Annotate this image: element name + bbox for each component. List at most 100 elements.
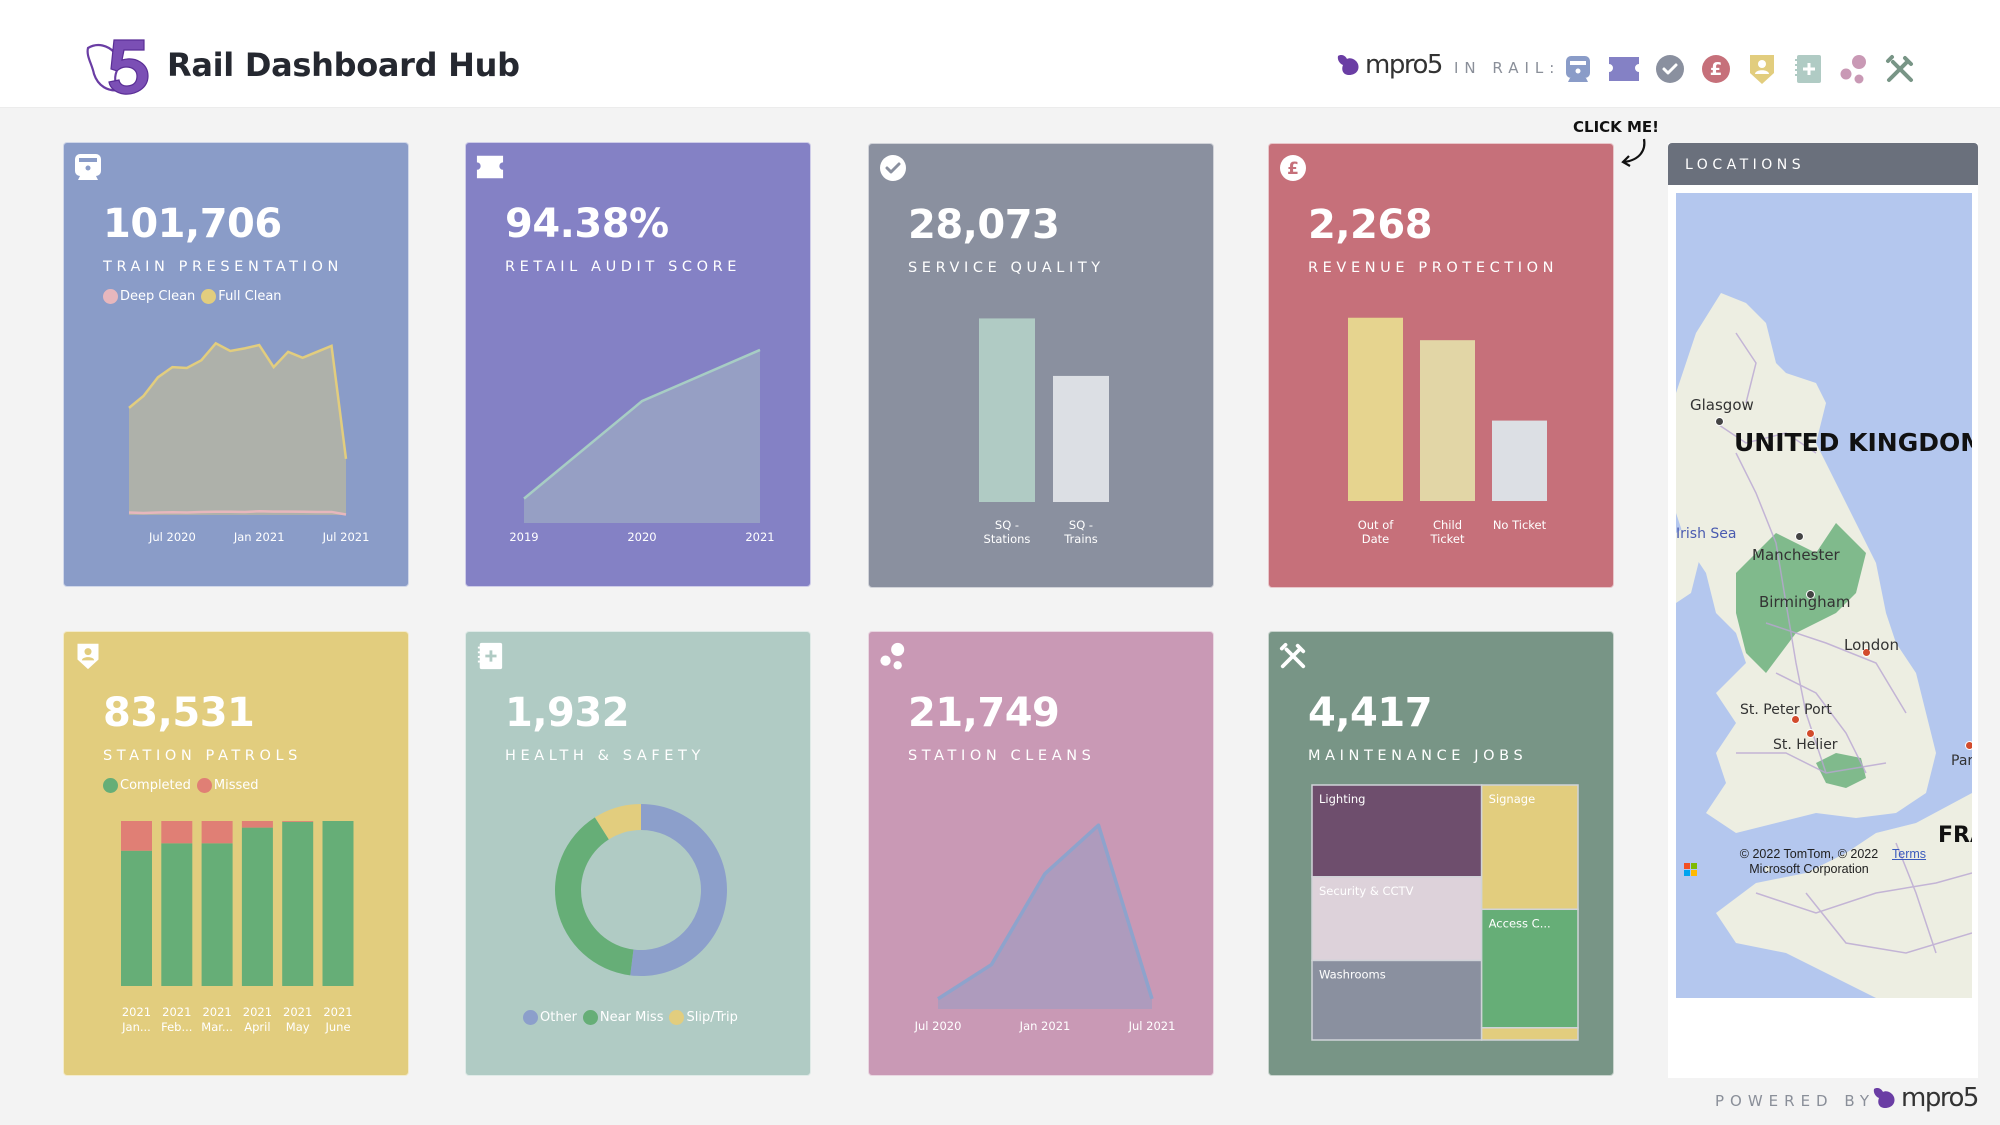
missed-bar [282,821,314,822]
legend-label: Slip/Trip [686,1010,738,1025]
missed-bar [161,821,193,844]
locations-header: LOCATIONS [1668,143,1978,185]
x-tick-label: Jan 2021 [233,530,285,544]
bar [1492,420,1547,501]
missed-bar [241,821,273,828]
map-marker[interactable] [1715,417,1724,426]
map-label-france: FRA [1938,823,1972,848]
map-label-manchester: Manchester [1752,546,1840,564]
locations-panel: LOCATIONS Glasgow UNITED KINGDOM Irish S… [1668,143,1978,1078]
footer-brand-logo: mpro5 [1872,1083,1979,1113]
treemap-label: Security & CCTV [1319,884,1414,898]
treemap-label: Lighting [1319,792,1365,806]
x-tick-label: No Ticket [1493,518,1547,532]
legend-label: Near Miss [599,1010,664,1025]
legend-item[interactable]: Near Miss [582,1010,664,1025]
cleans-area [938,825,1152,1009]
health-safety-card[interactable]: 1,932 HEALTH & SAFETY Other Near Miss Sl… [465,631,811,1076]
x-tick-label: 2021 Feb... [161,1005,192,1034]
missed-bar [201,821,233,844]
revenue-protection-card[interactable]: £ 2,268 REVENUE PROTECTION Out of Date Chi… [1268,143,1614,588]
map-label-birmingham: Birmingham [1759,593,1851,611]
completed-bar [241,827,273,986]
revenue-protection-chart[interactable]: Out of Date Child Ticket No Ticket [1269,144,1615,589]
completed-bar [282,821,314,986]
in-rail-label: IN RAIL: [1454,59,1561,77]
map-marker[interactable] [1791,715,1800,724]
map-marker[interactable] [1965,741,1972,750]
completed-bar [322,821,354,986]
click-me-hint: CLICK ME! [1573,118,1660,136]
brand-logo: mpro5 [1336,50,1443,80]
station-cleans-chart[interactable]: Jul 2020 Jan 2021 Jul 2021 [869,632,1215,1077]
legend-item[interactable]: Slip/Trip [669,1010,738,1025]
map-label-glasgow: Glasgow [1690,396,1754,414]
x-tick-label: Jul 2021 [322,530,370,544]
station-patrols-card[interactable]: 83,531 STATION PATROLS Completed Missed … [63,631,409,1076]
train-icon[interactable] [1555,52,1601,86]
map-label-st-peter-port: St. Peter Port [1740,702,1832,718]
service-quality-chart[interactable]: SQ -Stations SQ -Trains [869,144,1215,589]
station-cleans-card[interactable]: 21,749 STATION CLEANS Jul 2020 Jan 2021 Ju… [868,631,1214,1076]
retail-audit-chart[interactable]: 2019 2020 2021 [466,143,812,588]
retail-audit-card[interactable]: 94.38% RETAIL AUDIT SCORE 2019 2020 2021 [465,142,811,587]
treemap-label: Signage [1489,792,1536,806]
locations-title: LOCATIONS [1685,157,1806,173]
maintenance-jobs-card[interactable]: 4,417 MAINTENANCE JOBS Lighting Security … [1268,631,1614,1076]
train-presentation-card[interactable]: 101,706 TRAIN PRESENTATION Deep Clean Fu… [63,142,409,587]
service-quality-card[interactable]: 28,073 SERVICE QUALITY SQ -Stations SQ -T… [868,143,1214,588]
notebook-plus-icon[interactable] [1785,52,1831,86]
station-patrols-chart[interactable]: 2021 Jan... 2021 Feb... 2021 Mar... 2021 April 2… [64,632,410,1077]
x-tick-label: 2021 May [283,1005,312,1034]
tools-icon[interactable] [1877,52,1923,86]
bar [1053,375,1109,502]
bubbles-icon[interactable] [1831,52,1877,86]
svg-text:£: £ [1710,59,1723,80]
curved-arrow-icon [1621,138,1646,167]
map-label-country: UNITED KINGDOM [1734,428,1972,457]
missed-bar [121,821,152,851]
shield-user-icon[interactable] [1739,52,1785,86]
map-label-st-helier: St. Helier [1773,737,1838,753]
map-terms-link[interactable]: Terms [1892,847,1926,861]
microsoft-logo-icon [1684,863,1698,877]
treemap-label: Washrooms [1319,967,1386,981]
legend-item[interactable]: Other [523,1010,577,1025]
full-clean-area [129,343,346,515]
x-tick-label: 2019 [509,530,538,544]
x-tick-label: Jul 2020 [914,1019,962,1033]
map-label-irish-sea: Irish Sea [1676,526,1737,542]
donut-slice [555,817,634,976]
chart-legend: Other Near Miss Slip/Trip [523,1010,738,1025]
mpro5-mark-icon [1873,1088,1895,1108]
bar [1420,340,1475,501]
x-tick-label: 2021 Jan... [121,1005,151,1034]
x-tick-label: 2020 [627,530,656,544]
x-tick-label: 2021 April [243,1005,272,1034]
x-tick-label: Jan 2021 [1019,1019,1071,1033]
mpro5-logo-icon [86,39,149,95]
mpro5-mark-icon [1337,55,1359,75]
completed-bar [201,843,233,986]
completed-bar [121,850,152,986]
x-tick-label: 2021 Mar... [201,1005,233,1034]
app-title: Rail Dashboard Hub [167,46,520,84]
x-tick-label: Child Ticket [1429,518,1465,546]
locations-map[interactable]: Glasgow UNITED KINGDOM Irish Sea Manches… [1676,193,1972,998]
ticket-icon[interactable] [1601,52,1647,86]
map-marker[interactable] [1795,532,1804,541]
pound-icon[interactable]: £ [1693,52,1739,86]
maintenance-jobs-treemap[interactable]: Lighting Security & CCTV Washrooms Signage A… [1269,632,1615,1077]
map-attribution: © 2022 TomTom, © 2022 Microsoft Corporat… [1739,847,1879,876]
map-label-paris: Par [1951,753,1972,769]
powered-by-label: POWERED BY [1715,1092,1876,1110]
x-tick-label: SQ -Stations [984,518,1031,546]
brand-name: mpro5 [1901,1083,1979,1113]
treemap-label: Access C... [1489,916,1551,930]
x-tick-label: SQ -Trains [1063,518,1098,546]
x-tick-label: Jul 2020 [148,530,196,544]
x-tick-label: Out of Date [1358,518,1395,546]
check-circle-icon[interactable] [1647,52,1693,86]
train-presentation-chart[interactable]: Jul 2020 Jan 2021 Jul 2021 [64,143,410,588]
app-header: Rail Dashboard Hub mpro5 IN RAIL: £ [0,0,2000,108]
